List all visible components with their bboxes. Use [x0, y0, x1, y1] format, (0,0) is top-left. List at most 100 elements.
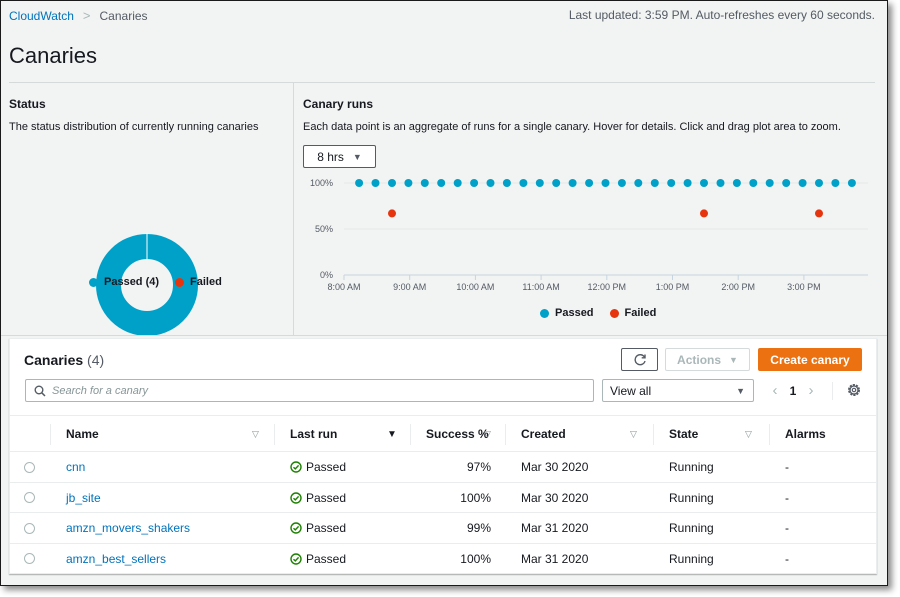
last-run-text: Passed — [306, 521, 347, 535]
data-point-passed[interactable] — [453, 179, 462, 187]
canary-name-link[interactable]: cnn — [66, 460, 85, 474]
data-point-failed[interactable] — [815, 209, 823, 218]
data-point-passed[interactable] — [847, 179, 856, 187]
runs-legend-passed[interactable]: Passed — [540, 307, 594, 319]
success-percent: 100% — [460, 551, 491, 566]
canary-name-link[interactable]: jb_site — [66, 491, 101, 505]
table-row[interactable]: jb_site Passed 100% Mar 30 2020 Running - — [10, 483, 876, 513]
sort-icon: ▽ — [630, 428, 637, 439]
view-filter-select[interactable]: View all ▼ — [602, 379, 754, 402]
column-success-label: Success % — [426, 427, 489, 441]
data-point-passed[interactable] — [552, 179, 561, 187]
state-text: Running — [669, 521, 714, 535]
data-point-passed[interactable] — [634, 179, 643, 187]
canary-name-link[interactable]: amzn_movers_shakers — [66, 521, 190, 535]
breadcrumb-cloudwatch-link[interactable]: CloudWatch — [9, 9, 74, 23]
column-header-name[interactable]: Name ▽ — [66, 416, 274, 452]
data-point-passed[interactable] — [650, 179, 659, 187]
settings-gear-icon[interactable] — [846, 382, 862, 398]
y-tick-label: 100% — [310, 178, 333, 188]
refresh-button[interactable] — [621, 348, 658, 371]
data-point-passed[interactable] — [470, 179, 479, 187]
canary-name-link[interactable]: amzn_best_sellers — [66, 552, 166, 566]
previous-page-button[interactable]: ‹ — [768, 382, 782, 399]
actions-button[interactable]: Actions ▼ — [665, 348, 750, 371]
last-run-text: Passed — [306, 460, 347, 474]
data-point-passed[interactable] — [437, 179, 446, 187]
caret-down-icon: ▼ — [736, 385, 745, 396]
row-select-radio[interactable] — [24, 522, 35, 534]
data-point-failed[interactable] — [700, 209, 708, 218]
alarms-value: - — [785, 551, 789, 566]
table-header: Name ▽ Last run ▼ Success % ▽ Created ▽ … — [10, 415, 876, 452]
data-point-passed[interactable] — [486, 179, 495, 187]
runs-legend-passed-swatch — [540, 308, 549, 318]
runs-legend-failed[interactable]: Failed — [609, 307, 656, 319]
time-range-select[interactable]: 8 hrs ▼ — [303, 145, 376, 168]
row-select-radio[interactable] — [24, 492, 35, 503]
table-count: (4) — [87, 352, 105, 368]
pager-divider — [832, 382, 833, 400]
data-point-passed[interactable] — [700, 179, 708, 187]
data-point-passed[interactable] — [683, 179, 692, 187]
legend-passed[interactable]: Passed (4) — [89, 276, 159, 288]
data-point-passed[interactable] — [716, 179, 725, 187]
data-point-passed[interactable] — [617, 179, 626, 187]
column-created-label: Created — [521, 427, 566, 441]
data-point-passed[interactable] — [601, 179, 610, 187]
current-page[interactable]: 1 — [782, 384, 804, 398]
data-point-failed[interactable] — [388, 209, 396, 218]
pagination: ‹ 1 › — [768, 379, 818, 402]
page-title: Canaries — [9, 43, 98, 68]
legend-passed-swatch — [89, 277, 98, 287]
search-icon — [34, 385, 46, 397]
column-divider — [410, 424, 411, 445]
data-point-passed[interactable] — [798, 179, 807, 187]
success-percent: 100% — [460, 490, 491, 505]
x-tick-label: 1:00 PM — [656, 282, 690, 292]
data-point-passed[interactable] — [568, 179, 577, 187]
data-point-passed[interactable] — [667, 179, 676, 187]
search-field[interactable] — [25, 379, 594, 402]
column-header-created[interactable]: Created ▽ — [521, 416, 651, 452]
last-run-status: Passed — [290, 521, 346, 535]
row-select-radio[interactable] — [24, 461, 35, 473]
column-state-label: State — [669, 427, 699, 441]
data-point-passed[interactable] — [388, 179, 396, 187]
table-title: Canaries (4) — [24, 352, 104, 368]
row-select-radio[interactable] — [24, 553, 35, 564]
sort-icon: ▽ — [745, 428, 752, 439]
data-point-passed[interactable] — [420, 179, 429, 187]
search-input[interactable] — [52, 384, 593, 397]
data-point-passed[interactable] — [831, 179, 840, 187]
data-point-passed[interactable] — [782, 179, 791, 187]
create-canary-button[interactable]: Create canary — [758, 348, 862, 371]
table-row[interactable]: cnn Passed 97% Mar 30 2020 Running - — [10, 452, 876, 483]
data-point-passed[interactable] — [749, 179, 758, 187]
legend-failed[interactable]: Failed — [175, 276, 222, 288]
status-panel: Status The status distribution of curren… — [1, 83, 293, 336]
data-point-passed[interactable] — [519, 179, 528, 187]
column-divider — [274, 424, 275, 445]
column-header-success[interactable]: Success % ▽ — [426, 416, 510, 452]
column-header-last-run[interactable]: Last run ▼ — [290, 416, 410, 452]
data-point-passed[interactable] — [404, 179, 413, 187]
canary-runs-scatter-chart[interactable]: 0% 50% 100% 8:00 AM 9:00 AM 10:00 AM 11:00 AM 1… — [294, 83, 888, 336]
data-point-passed[interactable] — [535, 179, 544, 187]
table-row[interactable]: amzn_movers_shakers Passed 99% Mar 31 2020 R… — [10, 513, 876, 544]
canaries-table-card: Canaries (4) Actions ▼ Create canary Vie… — [9, 338, 877, 574]
data-point-passed[interactable] — [585, 179, 594, 187]
x-tick-label: 10:00 AM — [456, 282, 494, 292]
next-page-button[interactable]: › — [804, 382, 818, 399]
x-tick-label: 8:00 AM — [327, 282, 360, 292]
data-point-passed[interactable] — [765, 179, 774, 187]
column-header-state[interactable]: State ▽ — [669, 416, 769, 452]
y-tick-label: 50% — [315, 224, 333, 234]
row-select-cell — [24, 483, 35, 513]
data-point-passed[interactable] — [815, 179, 823, 187]
data-point-passed[interactable] — [355, 179, 364, 187]
data-point-passed[interactable] — [732, 179, 741, 187]
data-point-passed[interactable] — [502, 179, 511, 187]
table-row[interactable]: amzn_best_sellers Passed 100% Mar 31 2020 Ru… — [10, 544, 876, 575]
data-point-passed[interactable] — [371, 179, 380, 187]
